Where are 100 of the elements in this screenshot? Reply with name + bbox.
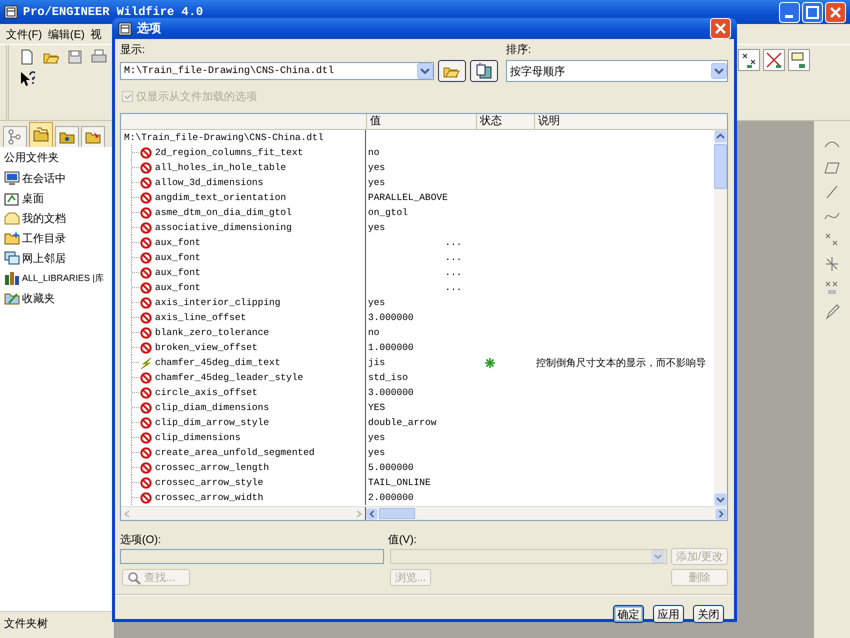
option-name[interactable]: axis_line_offset	[155, 312, 246, 323]
sidebar-item[interactable]: ALL_LIBRARIES |库	[22, 272, 104, 284]
option-name[interactable]: allow_3d_dimensions	[155, 177, 264, 188]
sidebar-item[interactable]: 网上邻居	[22, 250, 66, 266]
sidebar-tab[interactable]	[3, 126, 27, 147]
option-name[interactable]: create_area_unfold_segmented	[155, 447, 315, 458]
option-name[interactable]: all_holes_in_hole_table	[155, 162, 286, 173]
option-name[interactable]: angdim_text_orientation	[155, 192, 286, 203]
menu-item[interactable]: 视	[90, 26, 102, 42]
option-name[interactable]: aux_font	[155, 237, 201, 248]
minimize-button[interactable]	[779, 2, 800, 22]
sidebar-item[interactable]: 在会话中	[22, 170, 66, 186]
tree-root[interactable]: M:\Train_file-Drawing\CNS-China.dtl	[124, 132, 324, 143]
option-value: PARALLEL_ABOVE	[368, 192, 448, 203]
option-name[interactable]: chamfer_45deg_leader_style	[155, 372, 304, 383]
books-icon	[4, 270, 20, 286]
option-name[interactable]: 2d_region_columns_fit_text	[155, 147, 304, 158]
scrollbar-thumb[interactable]	[379, 508, 415, 520]
network-icon	[4, 250, 20, 266]
cross-marks-icon[interactable]	[738, 49, 760, 71]
monitor-icon	[4, 170, 20, 186]
option-value: yes	[368, 162, 386, 173]
sidebar-tab[interactable]	[29, 122, 53, 147]
dialog-button[interactable]: 应用	[653, 605, 684, 623]
maximize-button[interactable]	[802, 2, 823, 22]
column-header[interactable]: 值	[366, 114, 476, 129]
sort-combo[interactable]: 按字母顺序	[506, 60, 728, 82]
browse-link[interactable]: ...	[444, 267, 462, 278]
option-name[interactable]: aux_font	[155, 252, 201, 263]
star-line-icon[interactable]	[823, 255, 841, 273]
option-name[interactable]: aux_font	[155, 267, 201, 278]
option-value: yes	[368, 432, 386, 443]
sidebar-item[interactable]: 我的文档	[22, 210, 66, 226]
sidebar-item[interactable]: 桌面	[22, 190, 44, 206]
option-name[interactable]: chamfer_45deg_dim_text	[155, 357, 280, 368]
close-button[interactable]	[710, 18, 731, 39]
option-name[interactable]: blank_zero_tolerance	[155, 327, 270, 338]
option-value: yes	[368, 447, 386, 458]
browse-link[interactable]: ...	[444, 252, 462, 263]
option-name[interactable]: crossec_arrow_length	[155, 462, 270, 473]
option-value: 3.000000	[368, 312, 414, 323]
field-label: 排序:	[506, 42, 532, 57]
close-button[interactable]	[825, 2, 846, 22]
option-name[interactable]: associative_dimensioning	[155, 222, 292, 233]
option-name[interactable]: clip_dimensions	[155, 432, 241, 443]
option-value: no	[368, 147, 380, 158]
option-value: 1.000000	[368, 342, 414, 353]
column-header[interactable]: 说明	[534, 114, 727, 129]
option-value: yes	[368, 297, 386, 308]
option-name[interactable]: clip_diam_dimensions	[155, 402, 270, 413]
option-value: std_iso	[368, 372, 408, 383]
column-header[interactable]: 状态	[476, 114, 534, 129]
dialog-button[interactable]: 确定	[613, 605, 644, 623]
vertical-scrollbar[interactable]	[714, 130, 727, 506]
option-value: 2.000000	[368, 492, 414, 503]
option-value: double_arrow	[368, 417, 436, 428]
option-name[interactable]: asme_dtm_on_dia_dim_gtol	[155, 207, 292, 218]
option-name[interactable]: clip_dim_arrow_style	[155, 417, 270, 428]
menu-item[interactable]: 文件(F)	[6, 26, 42, 42]
panel-footer: 文件夹树	[0, 611, 114, 638]
app-icon	[4, 5, 18, 19]
save-copy-icon	[475, 63, 493, 79]
option-name[interactable]: broken_view_offset	[155, 342, 258, 353]
tree-icon	[7, 129, 23, 145]
option-field[interactable]	[120, 549, 384, 564]
display-combo[interactable]: M:\Train_file-Drawing\CNS-China.dtl	[120, 62, 434, 80]
option-name[interactable]: crossec_arrow_style	[155, 477, 264, 488]
browse-link[interactable]: ...	[444, 237, 462, 248]
rectangle-icon[interactable]	[788, 49, 810, 71]
option-name[interactable]: axis_interior_clipping	[155, 297, 280, 308]
option-name[interactable]: aux_font	[155, 282, 201, 293]
browse-link[interactable]: ...	[444, 282, 462, 293]
save-icon[interactable]	[67, 49, 83, 65]
option-name[interactable]: crossec_arrow_width	[155, 492, 264, 503]
option-name[interactable]: circle_axis_offset	[155, 387, 258, 398]
sidebar-tab[interactable]	[55, 126, 79, 147]
menu-item[interactable]: 编辑(E)	[48, 26, 85, 42]
sidebar-item[interactable]: 收藏夹	[22, 290, 55, 306]
dialog-button[interactable]: 关闭	[693, 605, 724, 623]
field-label: 值(V):	[388, 533, 417, 545]
save-file-button[interactable]	[470, 60, 498, 82]
new-file-icon[interactable]	[19, 49, 35, 65]
field-label: 显示:	[120, 43, 146, 57]
dialog-title: 选项	[137, 20, 161, 37]
option-value: yes	[368, 177, 386, 188]
horizontal-scrollbar[interactable]	[366, 507, 727, 520]
scrollbar-thumb[interactable]	[714, 144, 727, 189]
dialog-icon	[118, 22, 132, 36]
option-value: no	[368, 327, 380, 338]
pen-icon[interactable]	[823, 303, 841, 321]
open-file-button[interactable]	[438, 60, 466, 82]
checkbox-label: 仅显示从文件加载的选项	[136, 90, 257, 104]
crossed-lines-icon[interactable]	[763, 49, 785, 71]
option-value: on_gtol	[368, 207, 408, 218]
search-icon	[127, 570, 141, 584]
sidebar-item[interactable]: 工作目录	[22, 230, 66, 246]
option-value: jis	[368, 357, 386, 368]
pointer-icon[interactable]	[19, 71, 35, 87]
sidebar-tab[interactable]	[81, 126, 105, 147]
print-icon[interactable]	[91, 49, 107, 65]
